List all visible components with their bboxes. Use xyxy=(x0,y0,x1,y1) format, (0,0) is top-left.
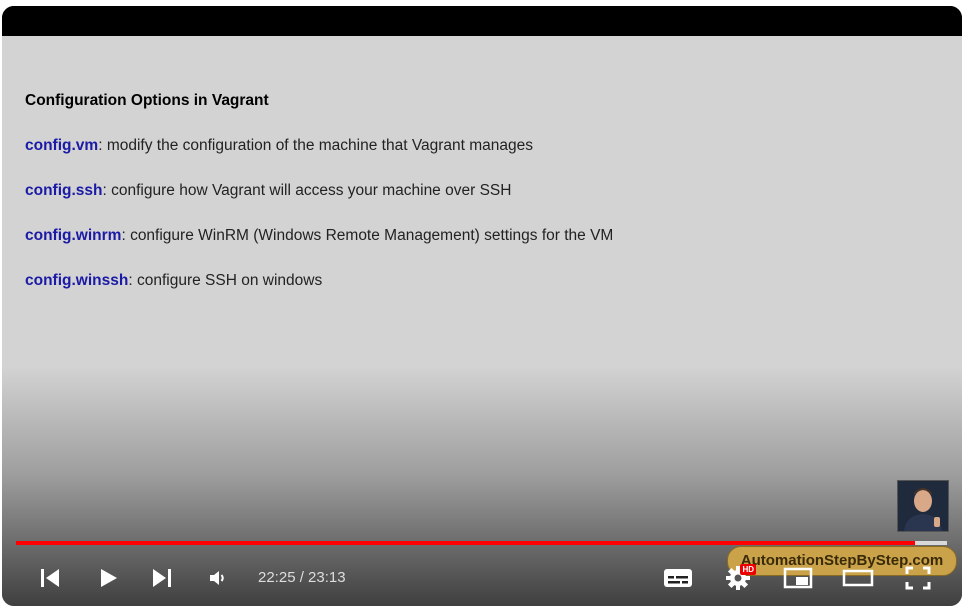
slide-line-config-winssh: config.winssh: configure SSH on windows xyxy=(25,272,322,290)
slide-keyword: config.ssh xyxy=(25,182,103,199)
subtitles-icon xyxy=(664,569,692,587)
next-button[interactable] xyxy=(144,560,180,596)
slide-line-config-vm: config.vm: modify the configuration of t… xyxy=(25,137,533,155)
slide-line-text: : configure SSH on windows xyxy=(128,272,323,289)
presenter-icon xyxy=(898,481,948,531)
fullscreen-icon xyxy=(905,566,931,590)
miniplayer-button[interactable] xyxy=(780,560,816,596)
play-button[interactable] xyxy=(90,560,126,596)
slide-line-config-ssh: config.ssh: configure how Vagrant will a… xyxy=(25,182,511,200)
time-display: 22:25 / 23:13 xyxy=(258,569,346,586)
previous-icon xyxy=(41,569,59,587)
slide-line-text: : configure WinRM (Windows Remote Manage… xyxy=(121,227,614,244)
player-top-bar xyxy=(2,6,962,36)
slide-line-config-winrm: config.winrm: configure WinRM (Windows R… xyxy=(25,227,613,245)
previous-button[interactable] xyxy=(32,560,68,596)
video-player[interactable]: Configuration Options in Vagrant config.… xyxy=(2,6,962,606)
volume-icon xyxy=(210,571,224,585)
slide-keyword: config.winrm xyxy=(25,227,122,244)
slide-keyword: config.vm xyxy=(25,137,99,154)
miniplayer-icon xyxy=(783,567,813,589)
volume-button[interactable] xyxy=(200,560,236,596)
theater-mode-icon xyxy=(842,569,874,587)
play-icon xyxy=(101,569,117,587)
subtitles-button[interactable] xyxy=(660,560,696,596)
settings-button[interactable]: HD xyxy=(720,560,756,596)
theater-mode-button[interactable] xyxy=(840,560,876,596)
progress-bar[interactable] xyxy=(16,541,947,545)
slide-line-text: : configure how Vagrant will access your… xyxy=(102,182,512,199)
progress-played xyxy=(16,541,915,545)
hd-badge: HD xyxy=(740,564,756,575)
next-icon xyxy=(153,569,171,587)
player-controls: 22:25 / 23:13 HD xyxy=(2,548,962,606)
fullscreen-button[interactable] xyxy=(900,560,936,596)
slide-title: Configuration Options in Vagrant xyxy=(25,92,269,109)
slide-line-text: : modify the configuration of the machin… xyxy=(98,137,534,154)
channel-avatar-watermark[interactable] xyxy=(897,480,949,532)
slide-keyword: config.winssh xyxy=(25,272,129,289)
